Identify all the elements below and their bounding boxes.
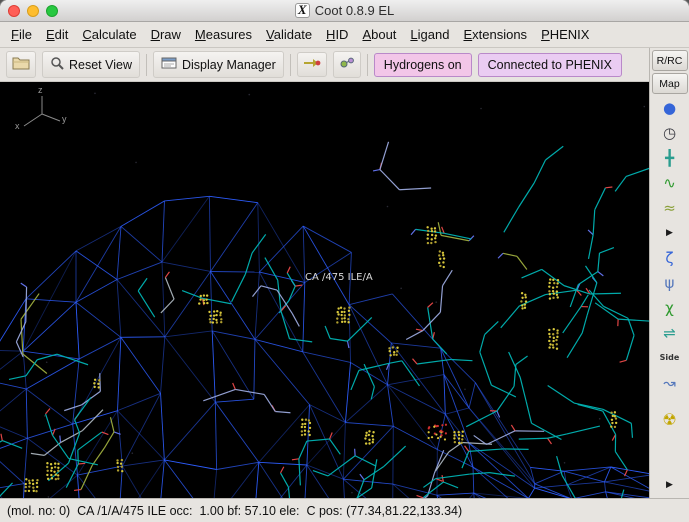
refine-coil-icon[interactable]: ∿	[652, 171, 687, 194]
menu-draw[interactable]: Draw	[144, 24, 188, 45]
axis-label-z: z	[38, 85, 43, 95]
gl-canvas[interactable]: z y x CA /475 ILE/A	[0, 82, 649, 498]
go-to-atom-icon	[303, 57, 321, 72]
radiation-icon[interactable]: ☢	[652, 408, 687, 431]
window-title-text: Coot 0.8.9 EL	[314, 3, 395, 18]
go-to-ligand-button[interactable]	[332, 51, 361, 78]
reset-view-button[interactable]: Reset View	[42, 51, 140, 78]
status-text: (mol. no: 0) CA /1/A/475 ILE occ: 1.00 b…	[7, 503, 463, 518]
anchor-cross-icon[interactable]: ╋	[652, 146, 687, 169]
toolbar-separator	[289, 53, 291, 76]
blue-sphere-icon[interactable]: ●	[652, 96, 687, 119]
go-to-atom-button[interactable]	[296, 52, 327, 77]
toolbar-separator	[366, 53, 368, 76]
menu-calculate[interactable]: Calculate	[75, 24, 143, 45]
toolbar-separator	[146, 53, 147, 76]
regularize-coil-icon[interactable]: ≈	[652, 196, 687, 219]
menu-extensions[interactable]: Extensions	[456, 24, 534, 45]
clock-icon[interactable]: ◷	[652, 121, 687, 144]
main-toolbar: Reset View Display Manager Hydrogens on …	[0, 48, 649, 82]
axis-label-x: x	[15, 121, 20, 131]
flip-peptide-icon[interactable]: ⇌	[652, 321, 687, 344]
open-coordinates-button[interactable]	[6, 51, 36, 78]
rrc-button[interactable]: R/RC	[651, 50, 688, 71]
status-bar: (mol. no: 0) CA /1/A/475 ILE occ: 1.00 b…	[0, 498, 689, 522]
orientation-axes: z y x	[14, 85, 74, 136]
title-bar: X Coot 0.8.9 EL	[0, 0, 689, 22]
chi-angles-icon[interactable]: χ	[652, 296, 687, 319]
modelling-sidebar: R/RC Map ● ◷ ╋ ∿ ≈ ▶ ζ ψ χ ⇌ Side ↝ ☢ ▶	[649, 48, 689, 498]
menu-ligand[interactable]: Ligand	[403, 24, 456, 45]
picked-atom-label: CA /475 ILE/A	[305, 272, 373, 283]
menu-hid[interactable]: HID	[319, 24, 355, 45]
menu-measures[interactable]: Measures	[188, 24, 259, 45]
x11-icon: X	[294, 3, 310, 18]
coot-window: X Coot 0.8.9 EL File Edit Calculate Draw…	[0, 0, 689, 522]
display-manager-icon	[161, 56, 177, 73]
zoom-window-button[interactable]	[46, 5, 58, 17]
folder-icon	[12, 56, 30, 73]
minimize-window-button[interactable]	[27, 5, 39, 17]
menu-validate[interactable]: Validate	[259, 24, 319, 45]
menu-about[interactable]: About	[355, 24, 403, 45]
axis-label-y: y	[62, 114, 67, 124]
molecular-scene	[0, 92, 649, 498]
menu-edit[interactable]: Edit	[39, 24, 75, 45]
phenix-connection-button[interactable]: Connected to PHENIX	[477, 52, 622, 77]
menu-bar: File Edit Calculate Draw Measures Valida…	[0, 22, 689, 48]
torsion-icon[interactable]: ψ	[652, 271, 687, 294]
display-manager-label: Display Manager	[182, 57, 276, 72]
menu-phenix[interactable]: PHENIX	[534, 24, 596, 45]
expander-bottom-icon[interactable]: ▶	[652, 473, 687, 496]
magnifier-icon	[50, 56, 64, 73]
display-manager-button[interactable]: Display Manager	[153, 51, 284, 78]
add-terminal-icon[interactable]: ↝	[652, 371, 687, 394]
window-title: X Coot 0.8.9 EL	[294, 3, 395, 18]
rotamer-icon[interactable]: ζ	[652, 246, 687, 269]
hydrogens-toggle-button[interactable]: Hydrogens on	[373, 52, 472, 77]
map-button[interactable]: Map	[651, 73, 688, 94]
menu-file[interactable]: File	[4, 24, 39, 45]
close-window-button[interactable]	[8, 5, 20, 17]
expander-top-icon[interactable]: ▶	[652, 221, 687, 244]
reset-view-label: Reset View	[69, 57, 132, 72]
go-to-ligand-icon	[339, 56, 355, 73]
side-chain-flip-icon[interactable]: Side	[652, 346, 687, 369]
